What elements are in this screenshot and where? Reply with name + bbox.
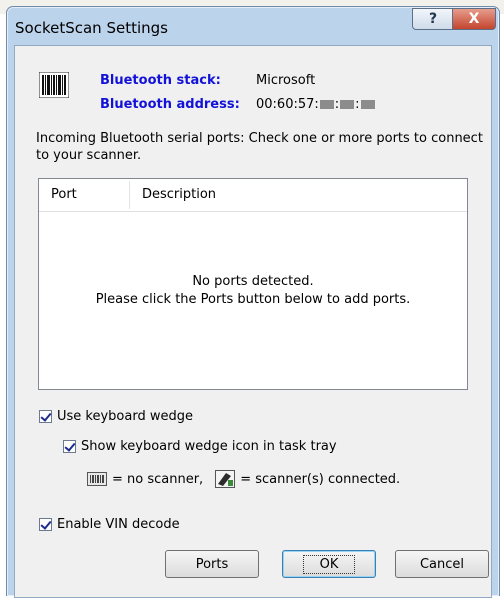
ports-listview[interactable]: Port Description No ports detected. Plea… xyxy=(38,178,468,390)
vin-decode-label: Enable VIN decode xyxy=(57,517,180,532)
bluetooth-address-value: 00:60:57: xyxy=(256,97,319,112)
masked-block xyxy=(340,100,355,109)
tray-icon-checkbox[interactable] xyxy=(63,440,76,453)
help-button[interactable]: ? xyxy=(412,8,454,30)
column-header-description[interactable]: Description xyxy=(130,179,467,211)
scanner-connected-icon xyxy=(215,470,236,488)
window-title: SocketScan Settings xyxy=(15,19,168,37)
dialog-client-area: Bluetooth stack: Microsoft Bluetooth add… xyxy=(14,45,492,598)
keyboard-wedge-option[interactable]: Use keyboard wedge xyxy=(39,409,193,424)
keyboard-wedge-checkbox[interactable] xyxy=(39,410,52,423)
tray-icon-legend: = no scanner, = scanner(s) connected. xyxy=(87,470,400,488)
tray-icon-label: Show keyboard wedge icon in task tray xyxy=(81,439,337,454)
vin-decode-option[interactable]: Enable VIN decode xyxy=(39,517,180,532)
bluetooth-address-label: Bluetooth address: xyxy=(100,97,240,112)
legend-no-scanner-text: = no scanner, xyxy=(112,471,204,487)
help-icon: ? xyxy=(428,11,438,27)
bluetooth-stack-value: Microsoft xyxy=(256,73,316,88)
close-icon: X xyxy=(468,11,480,27)
scanner-disconnected-icon xyxy=(87,472,107,486)
column-header-port[interactable]: Port xyxy=(39,179,129,211)
masked-block xyxy=(360,100,375,109)
title-bar[interactable]: SocketScan Settings ? X xyxy=(7,7,499,45)
close-button[interactable]: X xyxy=(452,8,496,30)
cancel-button[interactable]: Cancel xyxy=(395,550,489,578)
barcode-icon xyxy=(39,72,69,98)
tray-icon-option[interactable]: Show keyboard wedge icon in task tray xyxy=(63,439,337,454)
settings-dialog: SocketScan Settings ? X Bluetooth stack:… xyxy=(6,6,500,598)
empty-message-line2: Please click the Ports button below to a… xyxy=(95,292,411,307)
ports-button[interactable]: Ports xyxy=(165,550,259,578)
keyboard-wedge-label: Use keyboard wedge xyxy=(57,409,193,424)
vin-decode-checkbox[interactable] xyxy=(39,518,52,531)
instructions-text: Incoming Bluetooth serial ports: Check o… xyxy=(36,131,483,163)
masked-block xyxy=(319,100,334,109)
ok-button-label: OK xyxy=(302,554,356,574)
ok-button[interactable]: OK xyxy=(282,550,376,578)
empty-message-line1: No ports detected. xyxy=(192,274,314,289)
bluetooth-address-field: 00:60:57::: xyxy=(256,97,376,112)
empty-list-message: No ports detected. Please click the Port… xyxy=(39,273,467,309)
ports-list-header: Port Description xyxy=(39,179,467,212)
bluetooth-stack-label: Bluetooth stack: xyxy=(100,73,221,88)
legend-connected-text: = scanner(s) connected. xyxy=(240,471,401,487)
